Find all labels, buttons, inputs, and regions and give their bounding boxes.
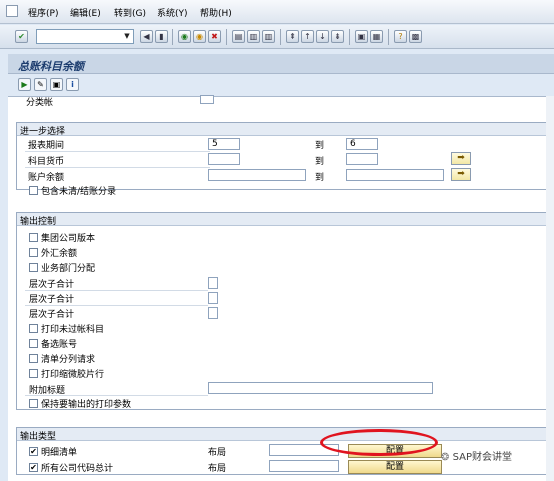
back-icon[interactable]: ▮ [155,30,168,43]
all-company-total-label: 所有公司代码总计 [41,464,114,474]
to-label: 到 [315,173,325,183]
last-page-icon[interactable]: ⇟ [331,30,344,43]
multiple-selection-arrow-icon[interactable]: ➡ [451,152,471,165]
menu-help[interactable]: 帮助(H) [200,6,232,19]
menu-system[interactable]: 系统(Y) [157,6,188,19]
fx-balance-label: 外汇余额 [41,249,78,259]
ledger-field[interactable] [200,95,214,104]
wechat-icon: ❂ [441,452,450,463]
exit-icon[interactable]: ◉ [193,30,206,43]
layout-label: 布局 [208,448,227,458]
further-selection-group: 进一步选择 报表期间 5 到 6 科目货币 到 ➡ 账户余额 到 ➡ 包含未清/… [16,122,554,197]
back-green-icon[interactable]: ◉ [178,30,191,43]
multiple-selection-arrow-icon[interactable]: ➡ [451,168,471,181]
first-page-icon[interactable]: ⇞ [286,30,299,43]
currency-label: 科目货币 [28,157,65,167]
title-bar: 总账科目余额 [8,54,554,74]
group-title: 输出类型 [20,432,57,442]
detail-list-checkbox[interactable]: ✔ [29,447,38,456]
vertical-scrollbar[interactable] [546,96,554,481]
group-version-label: 集团公司版本 [41,234,96,244]
alt-account-label: 备选账号 [41,340,78,350]
level-subtotal-field[interactable] [208,307,218,319]
group-title: 输出控制 [20,217,57,227]
execute-icon[interactable]: ▶ [18,78,31,91]
group-title: 进一步选择 [20,127,66,137]
level-subtotal-label: 层次子合计 [29,310,75,320]
selection-options-icon[interactable]: ▣ [50,78,63,91]
keep-params-label: 保持要输出的打印参数 [41,400,132,410]
level-subtotal-field[interactable] [208,292,218,304]
balance-from-field[interactable] [208,169,306,181]
to-label: 到 [315,157,325,167]
config-button[interactable]: 配置 [348,460,442,474]
next-page-icon[interactable]: ↓ [316,30,329,43]
menu-edit[interactable]: 编辑(E) [70,6,101,19]
print-unposted-checkbox[interactable] [29,324,38,333]
period-label: 报表期间 [28,141,65,151]
chevron-down-icon[interactable]: ▼ [121,30,133,43]
cancel-icon[interactable]: ✖ [208,30,221,43]
business-area-checkbox[interactable] [29,263,38,272]
menu-goto[interactable]: 转到(G) [114,6,146,19]
print-icon[interactable]: ▤ [232,30,245,43]
help-icon[interactable]: ? [394,30,407,43]
keep-params-checkbox[interactable] [29,399,38,408]
standard-toolbar: ✔ ▼ ◀ ▮ ◉ ◉ ✖ ▤ ▥ ▥ ⇞ ↑ ↓ ⇟ ▣ ▦ ? ▩ [0,25,554,49]
shortcut-icon[interactable]: ▦ [370,30,383,43]
microfiche-label: 打印缩微胶片行 [41,370,105,380]
extra-title-field[interactable] [208,382,433,394]
command-field[interactable]: ▼ [36,29,134,44]
window-icon[interactable] [6,5,18,17]
currency-from-field[interactable] [208,153,240,165]
menu-program[interactable]: 程序(P) [28,6,58,19]
find-icon[interactable]: ▥ [247,30,260,43]
list-separation-checkbox[interactable] [29,354,38,363]
print-unposted-label: 打印未过帐科目 [41,325,105,335]
highlight-ellipse [320,429,438,456]
business-area-label: 业务部门分配 [41,264,96,274]
balance-label: 账户余额 [28,173,65,183]
info-icon[interactable]: i [66,78,79,91]
fx-balance-checkbox[interactable] [29,248,38,257]
layout-menu-icon[interactable]: ▩ [409,30,422,43]
to-label: 到 [315,141,325,151]
include-open-label: 包含未清/结账分录 [41,187,117,197]
level-subtotal-field[interactable] [208,277,218,289]
list-separation-label: 清单分列请求 [41,355,96,365]
include-open-checkbox[interactable] [29,186,38,195]
new-session-icon[interactable]: ▣ [355,30,368,43]
level-subtotal-label: 层次子合计 [29,280,75,290]
selection-screen: 分类帐 进一步选择 报表期间 5 到 6 科目货币 到 ➡ 账户余额 到 ➡ 包… [8,95,554,481]
output-control-group: 输出控制 集团公司版本 外汇余额 业务部门分配 层次子合计 层次子合计 层次子合… [16,212,554,410]
alt-account-checkbox[interactable] [29,339,38,348]
prev-page-icon[interactable]: ↑ [301,30,314,43]
layout-label: 布局 [208,464,227,474]
currency-to-field[interactable] [346,153,378,165]
watermark: ❂ SAP财会讲堂 [441,452,512,463]
level-subtotal-label: 层次子合计 [29,295,75,305]
all-company-total-checkbox[interactable]: ✔ [29,463,38,472]
application-toolbar: ▶ ✎ ▣ i [8,75,554,95]
variant-icon[interactable]: ✎ [34,78,47,91]
period-to-field[interactable]: 6 [346,138,378,150]
balance-to-field[interactable] [346,169,444,181]
detail-list-label: 明细清单 [41,448,78,458]
period-from-field[interactable]: 5 [208,138,240,150]
layout-field[interactable] [269,460,339,472]
save-icon[interactable]: ◀ [140,30,153,43]
page-title: 总账科目余额 [18,60,84,73]
microfiche-checkbox[interactable] [29,369,38,378]
find-next-icon[interactable]: ▥ [262,30,275,43]
group-version-checkbox[interactable] [29,233,38,242]
ledger-label: 分类帐 [26,98,54,108]
menu-bar: 程序(P) 编辑(E) 转到(G) 系统(Y) 帮助(H) [0,0,554,24]
enter-check-icon[interactable]: ✔ [15,30,28,43]
